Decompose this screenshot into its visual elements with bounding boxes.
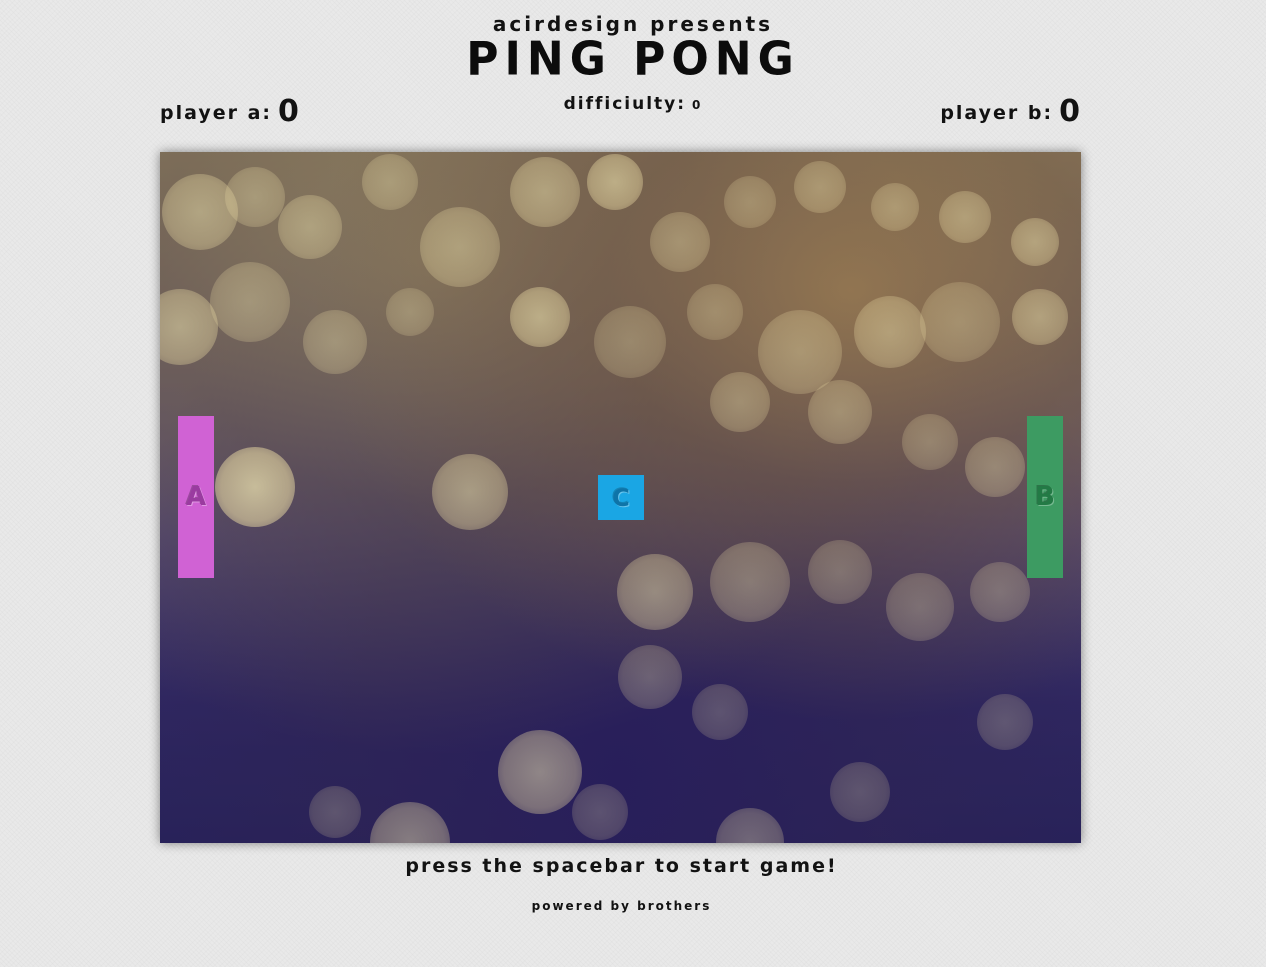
bokeh-light (902, 414, 958, 470)
player-b-score: player b: 0 (940, 94, 1080, 129)
bokeh-light (758, 310, 842, 394)
paddle-b[interactable]: B (1027, 416, 1063, 578)
bokeh-light (650, 212, 710, 272)
bokeh-light (510, 157, 580, 227)
paddle-b-letter: B (1035, 482, 1055, 512)
bokeh-light (160, 289, 218, 365)
bokeh-light (386, 288, 434, 336)
bokeh-light (687, 284, 743, 340)
game-title: PING PONG (466, 32, 800, 87)
ball: C (598, 475, 644, 520)
bokeh-light (162, 174, 238, 250)
bokeh-light (965, 437, 1025, 497)
bokeh-light (594, 306, 666, 378)
bokeh-light (309, 786, 361, 838)
bokeh-light (617, 554, 693, 630)
difficulty-label: difficiulty: (563, 94, 687, 114)
bokeh-light (710, 542, 790, 622)
bokeh-light (939, 191, 991, 243)
bokeh-light (510, 287, 570, 347)
bokeh-light (692, 684, 748, 740)
bokeh-light (871, 183, 919, 231)
bokeh-light (303, 310, 367, 374)
player-b-score-value: 0 (1059, 94, 1080, 129)
bokeh-light (587, 154, 643, 210)
bokeh-light (225, 167, 285, 227)
bokeh-light (724, 176, 776, 228)
bokeh-light (808, 380, 872, 444)
bokeh-light (854, 296, 926, 368)
bokeh-light (920, 282, 1000, 362)
bokeh-light (210, 262, 290, 342)
player-b-label: player b: (940, 102, 1054, 124)
bokeh-light (420, 207, 500, 287)
bokeh-light (498, 730, 582, 814)
game-board[interactable]: A C B (160, 152, 1081, 843)
difficulty-value: 0 (692, 98, 703, 112)
bokeh-light (808, 540, 872, 604)
bokeh-light (1011, 218, 1059, 266)
ball-letter: C (612, 483, 630, 512)
bokeh-light (716, 808, 784, 843)
bokeh-light (370, 802, 450, 843)
bokeh-light (362, 154, 418, 210)
bokeh-light (970, 562, 1030, 622)
bokeh-light (830, 762, 890, 822)
bokeh-light (618, 645, 682, 709)
title-block: acirdesign presents PING PONG (0, 10, 1266, 87)
bokeh-light (886, 573, 954, 641)
bokeh-light (278, 195, 342, 259)
start-prompt: press the spacebar to start game! (405, 855, 838, 877)
bokeh-light (432, 454, 508, 530)
bokeh-light (977, 694, 1033, 750)
credit-text: powered by brothers (531, 899, 712, 913)
paddle-a[interactable]: A (178, 416, 214, 578)
paddle-a-letter: A (185, 482, 207, 512)
bokeh-light (1012, 289, 1068, 345)
bokeh-light (710, 372, 770, 432)
bokeh-light (215, 447, 295, 527)
bokeh-light (794, 161, 846, 213)
bokeh-light (572, 784, 628, 840)
